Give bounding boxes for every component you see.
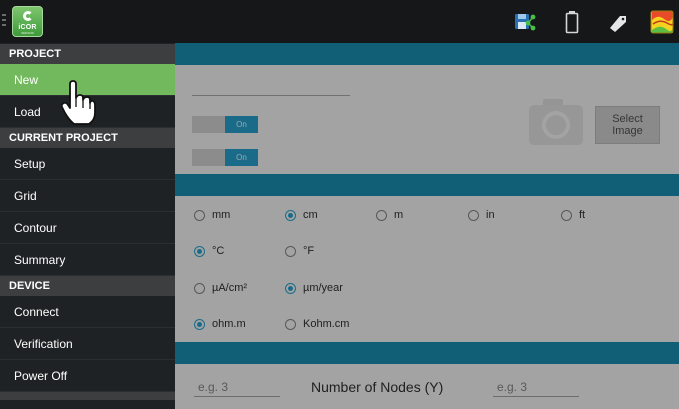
app-logo[interactable]: iCOR SENSOR: [12, 6, 43, 37]
drawer-footer-divider: [0, 392, 175, 400]
section-header-device: DEVICE: [0, 276, 175, 296]
drawer-indicator-icon[interactable]: [2, 14, 6, 28]
drawer-item-summary[interactable]: Summary: [0, 244, 175, 276]
drawer-item-grid[interactable]: Grid: [0, 180, 175, 212]
logo-subtext: SENSOR: [21, 31, 34, 35]
save-share-icon[interactable]: [511, 8, 539, 36]
tag-icon[interactable]: [604, 8, 632, 36]
contour-map-icon[interactable]: [648, 8, 676, 36]
drawer-item-connect[interactable]: Connect: [0, 296, 175, 328]
section-header-current-project: CURRENT PROJECT: [0, 128, 175, 148]
drawer-item-power-off[interactable]: Power Off: [0, 360, 175, 392]
logo-mark-icon: [23, 11, 33, 21]
drawer-item-contour[interactable]: Contour: [0, 212, 175, 244]
logo-text: iCOR: [18, 24, 37, 31]
section-header-project: PROJECT: [0, 44, 175, 64]
battery-icon: [558, 8, 586, 36]
drawer-item-setup[interactable]: Setup: [0, 148, 175, 180]
action-bar: iCOR SENSOR: [0, 0, 679, 43]
drawer-scrim[interactable]: [175, 43, 679, 409]
drawer-item-verification[interactable]: Verification: [0, 328, 175, 360]
hand-pointer-icon: [60, 80, 96, 126]
